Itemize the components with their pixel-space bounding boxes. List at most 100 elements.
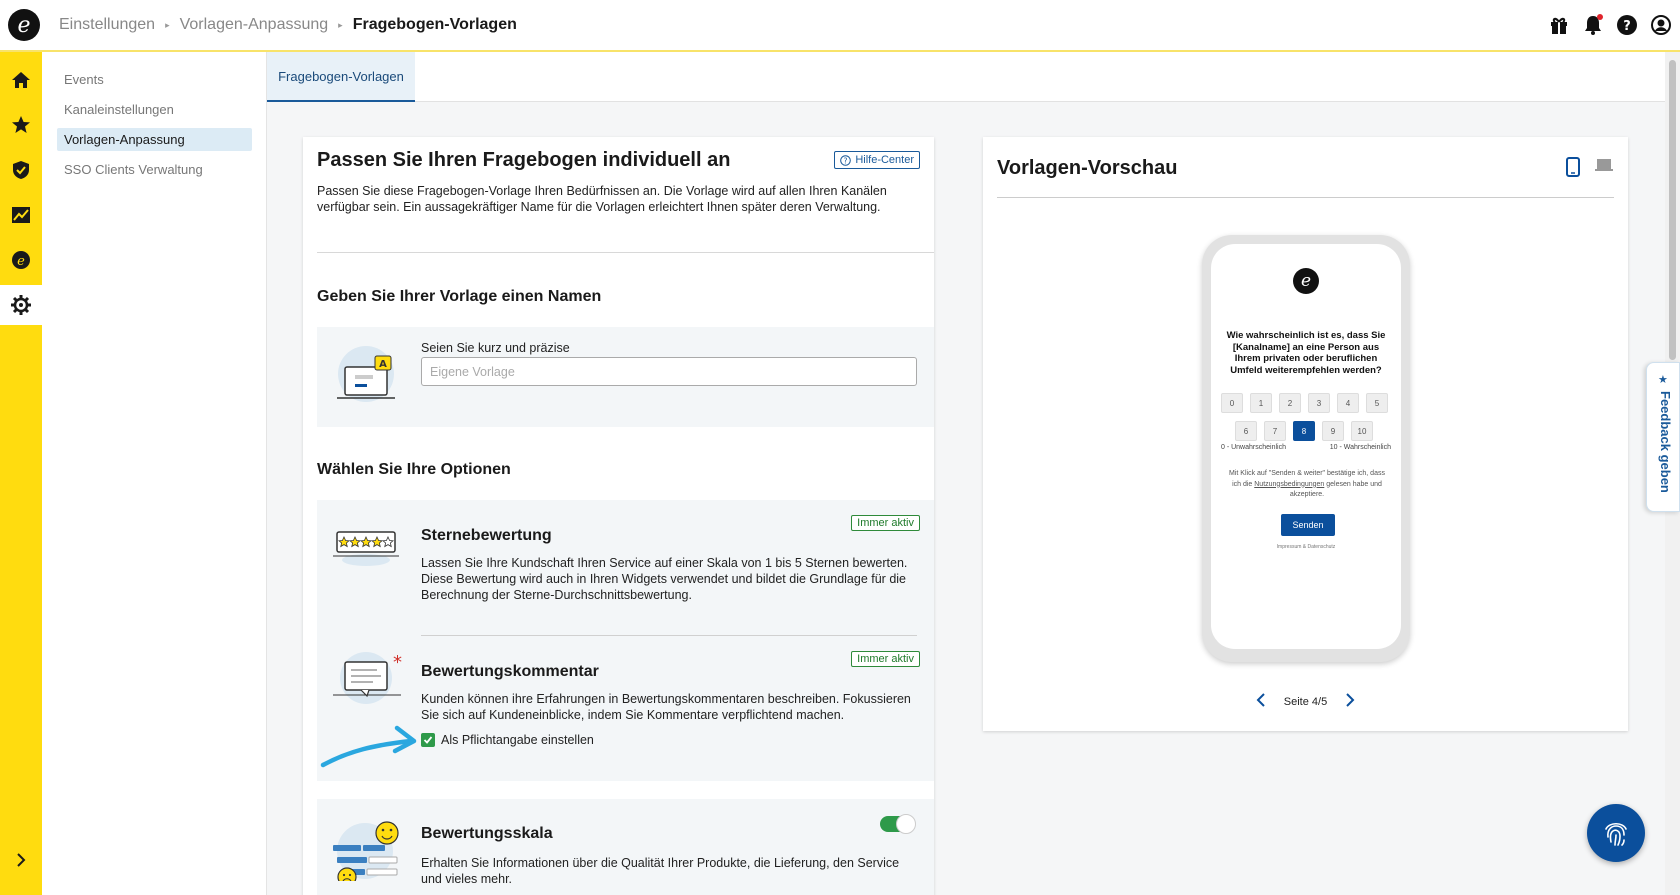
feedback-tab[interactable]: ★ Feedback geben xyxy=(1646,362,1680,512)
option-divider xyxy=(421,635,917,636)
rating-scale-toggle[interactable] xyxy=(880,814,916,834)
imprint-link[interactable]: Impressum & Datenschutz xyxy=(1211,544,1401,550)
account-icon[interactable] xyxy=(1650,14,1672,36)
mandatory-checkbox-label: Als Pflichtangabe einstellen xyxy=(441,733,594,747)
mobile-icon[interactable] xyxy=(1566,157,1580,182)
settings-subnav: Events Kanaleinstellungen Vorlagen-Anpas… xyxy=(42,52,267,895)
gift-icon[interactable] xyxy=(1548,14,1570,36)
laptop-illustration-icon: A xyxy=(331,342,401,412)
rating-scale-illustration-icon xyxy=(331,815,401,887)
template-name-label: Seien Sie kurz und präzise xyxy=(421,341,570,355)
fingerprint-icon xyxy=(1605,822,1627,846)
card-title: Passen Sie Ihren Fragebogen individuell … xyxy=(317,149,731,171)
subnav-item-vorlagen-anpassung[interactable]: Vorlagen-Anpassung xyxy=(57,128,252,151)
toggle-knob xyxy=(896,814,916,834)
name-section-heading: Geben Sie Ihrer Vorlage einen Namen xyxy=(317,288,602,305)
rating-scale-panel: Bewertungsskala Erhalten Sie Information… xyxy=(317,799,934,895)
trusted-icon[interactable]: e xyxy=(0,240,42,280)
always-active-badge: Immer aktiv xyxy=(851,651,920,667)
star-icon[interactable] xyxy=(0,105,42,145)
tab-bar: Fragebogen-Vorlagen xyxy=(267,52,1665,102)
laptop-icon[interactable] xyxy=(1594,157,1614,182)
feedback-label: Feedback geben xyxy=(1658,391,1673,493)
trusted-logo[interactable]: e xyxy=(8,9,40,41)
review-comment-description: Kunden können ihre Erfahrungen in Bewert… xyxy=(421,692,911,722)
divider xyxy=(317,252,934,253)
name-panel: A Seien Sie kurz und präzise xyxy=(317,327,934,427)
nps-question: Wie wahrscheinlich ist es, dass Sie [Kan… xyxy=(1226,330,1386,376)
nps-option-7[interactable]: 7 xyxy=(1264,421,1286,441)
phone-mockup: e Wie wahrscheinlich ist es, dass Sie [K… xyxy=(1202,235,1410,662)
breadcrumb-current: Fragebogen-Vorlagen xyxy=(352,16,517,33)
customize-questionnaire-card: Passen Sie Ihren Fragebogen individuell … xyxy=(303,137,934,895)
arrow-annotation-icon xyxy=(320,725,417,768)
scale-low-label: 0 - Unwahrscheinlich xyxy=(1221,444,1286,451)
template-preview-card: Vorlagen-Vorschau e Wie wahrscheinlich i… xyxy=(983,137,1628,731)
comment-illustration-icon: * xyxy=(331,648,402,718)
scrollbar-thumb[interactable] xyxy=(1669,60,1676,360)
nps-option-8[interactable]: 8 xyxy=(1293,421,1315,441)
page-indicator: Seite 4/5 xyxy=(1283,695,1328,708)
chart-icon[interactable] xyxy=(0,195,42,235)
subnav-item-events[interactable]: Events xyxy=(57,68,252,91)
svg-text:e: e xyxy=(17,254,25,269)
previous-page-icon[interactable] xyxy=(1256,693,1266,710)
scale-high-label: 10 - Wahrscheinlich xyxy=(1329,444,1391,451)
star-rating-illustration-icon xyxy=(331,520,401,590)
settings-icon[interactable] xyxy=(0,285,42,325)
svg-text:*: * xyxy=(393,652,402,673)
help-circle-icon: ? xyxy=(840,154,852,166)
nps-option-3[interactable]: 3 xyxy=(1308,393,1330,413)
mandatory-checkbox[interactable] xyxy=(421,733,435,747)
template-name-input[interactable] xyxy=(421,357,917,386)
options-panel: Immer aktiv Sternebewertung Lassen Sie I… xyxy=(317,500,934,781)
breadcrumb-vorlagen-anpassung[interactable]: Vorlagen-Anpassung xyxy=(180,16,329,34)
tab-fragebogen-vorlagen[interactable]: Fragebogen-Vorlagen xyxy=(267,52,415,102)
top-bar: e Einstellungen ▸ Vorlagen-Anpassung ▸ F… xyxy=(0,0,1680,52)
feedback-star-icon: ★ xyxy=(1658,374,1668,386)
help-icon[interactable]: ? xyxy=(1616,14,1638,36)
nps-option-5[interactable]: 5 xyxy=(1366,393,1388,413)
mandatory-checkbox-row[interactable]: Als Pflichtangabe einstellen xyxy=(421,733,594,747)
svg-text:?: ? xyxy=(844,156,848,165)
nps-option-6[interactable]: 6 xyxy=(1235,421,1257,441)
expand-rail-chevron-icon[interactable] xyxy=(0,845,42,875)
bell-icon[interactable] xyxy=(1582,14,1604,36)
terms-link[interactable]: Nutzungsbedingungen xyxy=(1254,481,1324,488)
breadcrumb-separator-icon: ▸ xyxy=(338,19,343,30)
subnav-item-sso-clients[interactable]: SSO Clients Verwaltung xyxy=(57,158,252,181)
main-navigation-rail: e xyxy=(0,52,42,895)
nps-option-4[interactable]: 4 xyxy=(1337,393,1359,413)
next-page-icon[interactable] xyxy=(1345,693,1355,710)
help-center-button[interactable]: ? Hilfe-Center xyxy=(834,151,920,169)
preview-title: Vorlagen-Vorschau xyxy=(997,157,1178,179)
breadcrumb-einstellungen[interactable]: Einstellungen xyxy=(59,16,155,34)
nps-option-1[interactable]: 1 xyxy=(1250,393,1272,413)
send-button[interactable]: Senden xyxy=(1281,514,1335,536)
review-comment-title: Bewertungskommentar xyxy=(421,663,599,680)
help-center-label: Hilfe-Center xyxy=(855,154,914,166)
preview-pagination: Seite 4/5 xyxy=(983,693,1628,710)
nps-option-10[interactable]: 10 xyxy=(1351,421,1373,441)
svg-text:A: A xyxy=(379,359,387,370)
options-section-heading: Wählen Sie Ihre Optionen xyxy=(317,461,511,478)
notification-dot xyxy=(1597,14,1603,20)
preview-divider xyxy=(997,197,1614,198)
always-active-badge: Immer aktiv xyxy=(851,515,920,531)
breadcrumb: Einstellungen ▸ Vorlagen-Anpassung ▸ Fra… xyxy=(59,16,517,34)
shield-icon[interactable] xyxy=(0,150,42,190)
rating-scale-title: Bewertungsskala xyxy=(421,825,553,842)
preview-logo: e xyxy=(1293,268,1319,294)
nps-option-2[interactable]: 2 xyxy=(1279,393,1301,413)
nps-option-0[interactable]: 0 xyxy=(1221,393,1243,413)
star-rating-title: Sternebewertung xyxy=(421,527,552,544)
nps-option-9[interactable]: 9 xyxy=(1322,421,1344,441)
checkmark-icon xyxy=(423,736,433,744)
home-icon[interactable] xyxy=(0,60,42,100)
star-rating-description: Lassen Sie Ihre Kundschaft Ihren Service… xyxy=(421,556,908,602)
subnav-item-kanaleinstellungen[interactable]: Kanaleinstellungen xyxy=(57,98,252,121)
intro-text: Passen Sie diese Fragebogen-Vorlage Ihre… xyxy=(317,184,887,214)
svg-text:?: ? xyxy=(1623,19,1631,34)
fingerprint-button[interactable] xyxy=(1587,804,1645,862)
phone-screen: e Wie wahrscheinlich ist es, dass Sie [K… xyxy=(1211,244,1401,649)
